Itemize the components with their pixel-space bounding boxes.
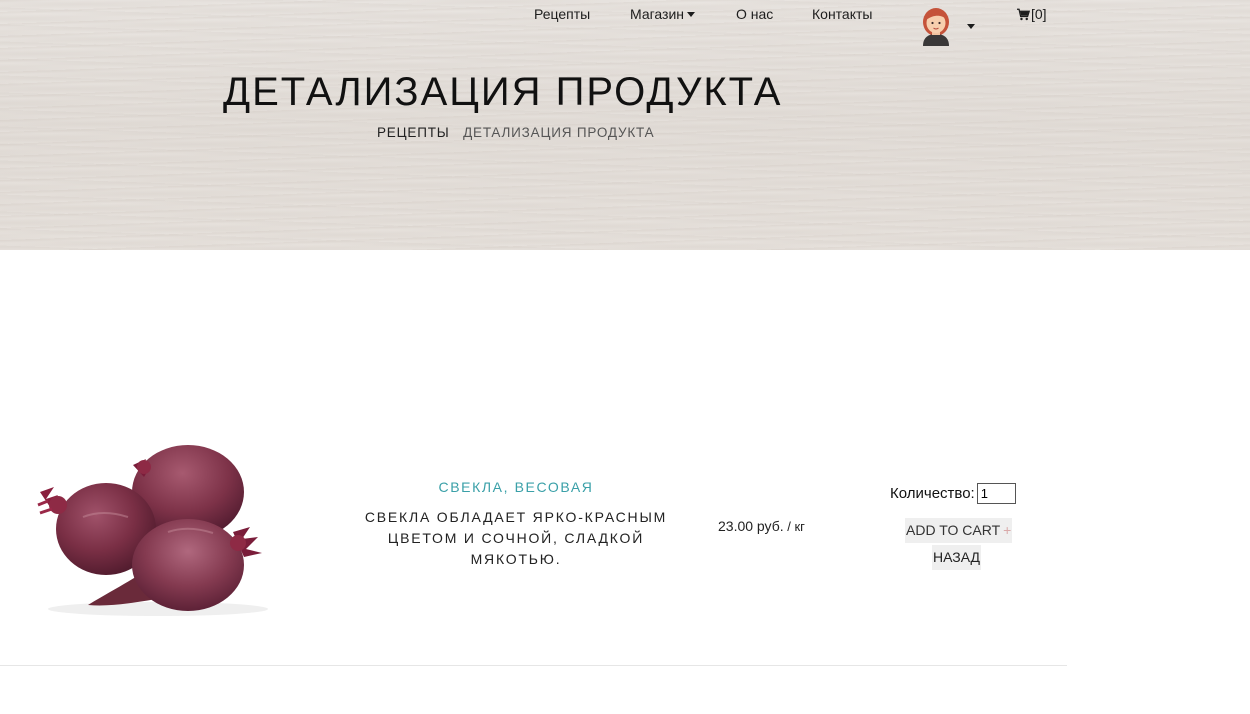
nav-about[interactable]: О нас	[736, 6, 773, 22]
add-to-cart-button[interactable]: ADD TO CART +	[905, 518, 1013, 543]
plus-icon: +	[1003, 522, 1012, 538]
breadcrumb-current: ДЕТАЛИЗАЦИЯ ПРОДУКТА	[463, 125, 655, 140]
caret-down-icon	[967, 24, 975, 30]
cart-count: [0]	[1031, 6, 1047, 22]
add-to-cart-label: ADD TO CART	[906, 522, 1001, 538]
page-title: ДЕТАЛИЗАЦИЯ ПРОДУКТА	[223, 70, 783, 114]
breadcrumb-link-recipes[interactable]: РЕЦЕПТЫ	[377, 125, 450, 140]
user-avatar[interactable]	[915, 4, 957, 46]
back-button[interactable]: НАЗАД	[932, 545, 982, 570]
nav-shop-label: Магазин	[630, 6, 685, 22]
cart-link[interactable]: [0]	[1017, 6, 1047, 22]
avatar-dropdown-toggle[interactable]	[967, 18, 975, 36]
caret-down-icon	[687, 11, 696, 17]
divider	[0, 665, 1067, 666]
nav-contacts[interactable]: Контакты	[812, 6, 872, 22]
quantity-group: Количество:	[890, 483, 1016, 504]
quantity-label: Количество:	[890, 485, 975, 502]
shopping-cart-icon	[1017, 8, 1030, 20]
quantity-input[interactable]	[976, 483, 1016, 504]
nav-shop-dropdown[interactable]: Магазин	[630, 6, 696, 22]
breadcrumb: РЕЦЕПТЫ ДЕТАЛИЗАЦИЯ ПРОДУКТА	[377, 125, 654, 140]
product-image	[37, 445, 268, 616]
nav-recipes[interactable]: Рецепты	[534, 6, 590, 22]
price-value: 23.00 руб.	[718, 518, 784, 534]
top-nav: Рецепты Магазин О нас Контакты [0]	[0, 0, 1250, 50]
price-unit: / кг	[783, 519, 805, 534]
product-name[interactable]: СВЕКЛА, ВЕСОВАЯ	[350, 479, 682, 495]
product-price: 23.00 руб. / кг	[718, 518, 805, 534]
product-description: СВЕКЛА ОБЛАДАЕТ ЯРКО-КРАСНЫМ ЦВЕТОМ И СО…	[364, 509, 668, 567]
